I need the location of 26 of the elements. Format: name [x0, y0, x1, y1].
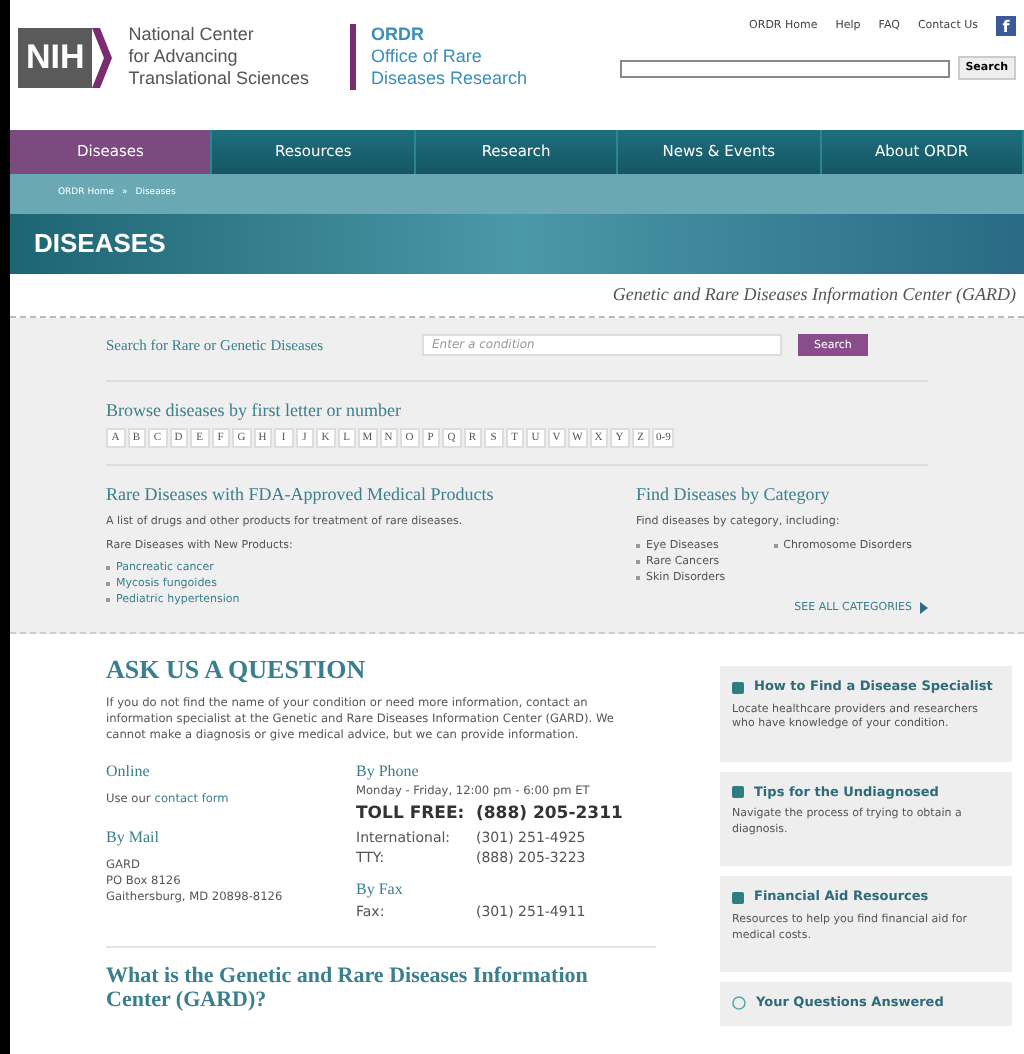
mail-heading: By Mail	[106, 825, 161, 850]
play-icon	[920, 601, 928, 614]
phone-heading: By Phone	[356, 760, 421, 785]
page-title: DISEASES	[34, 226, 166, 263]
gard-heading: What is the Genetic and Rare Diseases Information Center (GARD)?	[106, 964, 590, 1013]
browse-heading: Browse diseases by first letter or number	[106, 398, 403, 425]
square-icon	[732, 892, 744, 905]
fax-heading: By Fax	[356, 877, 405, 902]
office-acronym: ORDR	[371, 24, 426, 46]
category-heading: Find Diseases by Category	[636, 481, 832, 508]
chevron-icon	[92, 27, 113, 87]
phone-label: TOLL FREE:	[356, 801, 467, 828]
square-icon	[732, 786, 744, 799]
office-name: Diseases Research	[371, 68, 528, 90]
online-heading: Online	[106, 760, 152, 785]
search-field[interactable]	[619, 59, 950, 78]
square-icon	[732, 681, 744, 694]
phone-number: (888) 205-2311	[476, 801, 623, 828]
logo-text: Translational Sciences	[128, 68, 309, 90]
facebook-icon[interactable]: f	[996, 16, 1016, 36]
ask-heading: ASK US A QUESTION	[106, 651, 368, 688]
logo-text: National Center	[128, 24, 256, 46]
logo-text: for Advancing	[128, 46, 240, 68]
fda-heading: Rare Diseases with FDA-Approved Medical Products	[106, 481, 496, 508]
section-subtitle: Genetic and Rare Diseases Information Center (GARD)	[612, 281, 1016, 308]
office-name: Office of Rare	[371, 46, 484, 68]
